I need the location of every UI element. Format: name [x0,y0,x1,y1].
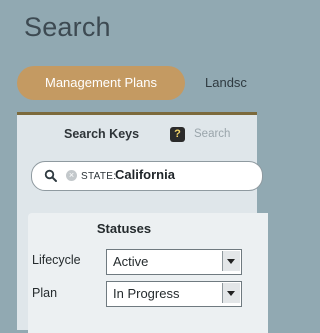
chip-value: California [115,167,175,182]
search-panel: Search Keys ? Search × STATE: California… [17,112,268,333]
search-hint: Search [194,128,231,140]
tab-bar: Management Plans Landsc [0,66,253,100]
chip-key: STATE: [81,171,117,182]
search-keys-heading: Search Keys [64,127,140,141]
search-icon [44,169,57,182]
statuses-section: Statuses Lifecycle Active Plan In Progre… [28,213,268,333]
lifecycle-label: Lifecycle [32,253,81,267]
search-input[interactable]: × STATE: California [31,161,263,191]
lifecycle-select[interactable]: Active [106,249,242,275]
plan-select-value: In Progress [113,286,180,301]
page-title: Search [24,12,111,42]
tab-management-plans[interactable]: Management Plans [17,66,185,100]
help-icon[interactable]: ? [170,127,185,142]
statuses-heading: Statuses [96,221,152,236]
chevron-down-icon[interactable] [222,251,240,271]
lifecycle-select-value: Active [113,254,149,269]
chevron-down-icon[interactable] [222,283,240,303]
remove-chip-icon[interactable]: × [66,170,77,181]
plan-select[interactable]: In Progress [106,281,242,307]
tab-landscapes[interactable]: Landsc [205,66,253,100]
plan-label: Plan [32,286,58,300]
